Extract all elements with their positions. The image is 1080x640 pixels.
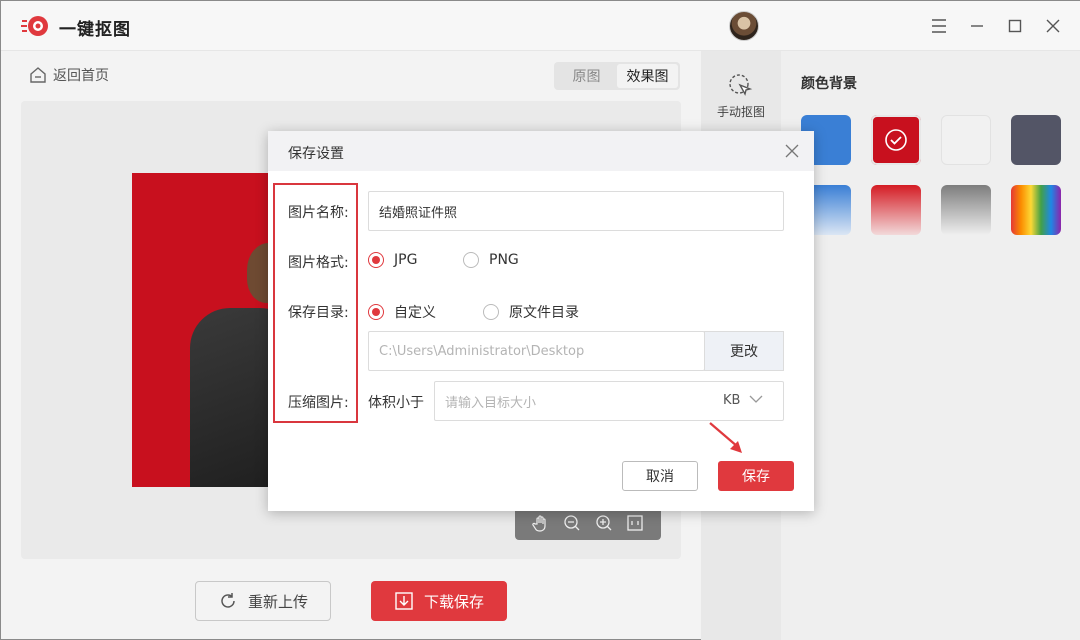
maximize-icon[interactable] — [1003, 14, 1027, 38]
chevron-down-icon — [749, 395, 763, 403]
swatch-red[interactable] — [871, 115, 921, 165]
swatch-red-gradient[interactable] — [871, 185, 921, 235]
dir-source-radio[interactable]: 原文件目录 — [483, 302, 579, 322]
swatch-white[interactable] — [941, 115, 991, 165]
zoom-in-icon[interactable] — [593, 512, 615, 534]
compress-size-input[interactable]: 请输入目标大小 KB — [434, 381, 784, 421]
dialog-title: 保存设置 — [288, 146, 344, 162]
dialog-header: 保存设置 — [268, 131, 814, 171]
pointer-arrow-icon — [709, 422, 742, 453]
check-icon — [885, 129, 907, 151]
unit-select[interactable]: KB — [723, 393, 763, 408]
format-png-label: PNG — [489, 252, 519, 268]
result-photo — [132, 173, 282, 487]
home-icon — [30, 67, 46, 83]
cursor-select-icon — [729, 74, 753, 96]
user-avatar[interactable] — [729, 11, 759, 41]
app-logo-icon — [21, 16, 48, 36]
dir-custom-label: 自定义 — [394, 305, 436, 321]
view-tabs: 原图 效果图 — [554, 62, 680, 90]
zoom-out-icon[interactable] — [561, 512, 583, 534]
radio-indicator — [368, 304, 384, 320]
swatch-gray-gradient[interactable] — [941, 185, 991, 235]
compress-placeholder: 请输入目标大小 — [445, 395, 537, 411]
title-bar: 一键抠图 — [1, 1, 1080, 51]
manual-cutout-button[interactable]: 手动抠图 — [707, 73, 775, 120]
unit-label: KB — [723, 393, 741, 408]
radio-indicator — [483, 304, 499, 320]
format-jpg-label: JPG — [394, 252, 418, 268]
download-save-button[interactable]: 下载保存 — [371, 581, 507, 621]
zoom-toolbar — [515, 506, 661, 540]
dir-custom-radio[interactable]: 自定义 — [368, 302, 436, 322]
save-button[interactable]: 保存 — [718, 461, 794, 491]
minimize-icon[interactable] — [965, 14, 989, 38]
menu-icon[interactable] — [927, 14, 951, 38]
download-icon — [395, 592, 413, 610]
back-home-label: 返回首页 — [53, 68, 109, 84]
format-label: 图片格式: — [288, 255, 349, 271]
fit-screen-icon[interactable] — [624, 512, 646, 534]
dir-path-field[interactable]: C:\Users\Administrator\Desktop — [368, 331, 705, 371]
swatch-dark-gray[interactable] — [1011, 115, 1061, 165]
dir-source-label: 原文件目录 — [509, 305, 579, 321]
swatch-rainbow[interactable] — [1011, 185, 1061, 235]
format-jpg-radio[interactable]: JPG — [368, 252, 417, 268]
name-label: 图片名称: — [288, 205, 349, 221]
dialog-close-icon[interactable] — [782, 141, 802, 161]
save-settings-dialog: 保存设置 图片名称: 结婚照证件照 图片格式: JPG PNG 保存目录: 自定… — [268, 131, 814, 511]
name-input[interactable]: 结婚照证件照 — [368, 191, 784, 231]
radio-indicator — [463, 252, 479, 268]
radio-indicator — [368, 252, 384, 268]
reupload-button[interactable]: 重新上传 — [195, 581, 331, 621]
compress-label: 压缩图片: — [288, 395, 349, 411]
refresh-icon — [221, 593, 235, 608]
manual-cutout-label: 手动抠图 — [716, 105, 765, 119]
close-icon[interactable] — [1041, 14, 1065, 38]
dir-label: 保存目录: — [288, 305, 349, 321]
change-dir-button[interactable]: 更改 — [704, 331, 784, 371]
format-png-radio[interactable]: PNG — [463, 252, 519, 268]
download-save-label: 下载保存 — [423, 592, 484, 611]
compress-prefix: 体积小于 — [368, 395, 424, 411]
back-home-button[interactable]: 返回首页 — [29, 65, 109, 85]
app-title: 一键抠图 — [59, 20, 131, 40]
app-window: 一键抠图 返回首页 原图 效果图 重新上传 下载保存 手动抠图 颜色背景 保存设… — [0, 0, 1080, 640]
tab-original[interactable]: 原图 — [556, 64, 617, 88]
tab-result[interactable]: 效果图 — [617, 64, 678, 88]
hand-icon[interactable] — [530, 512, 552, 534]
reupload-label: 重新上传 — [247, 592, 308, 611]
cancel-button[interactable]: 取消 — [622, 461, 698, 491]
panel-title: 颜色背景 — [801, 76, 857, 92]
